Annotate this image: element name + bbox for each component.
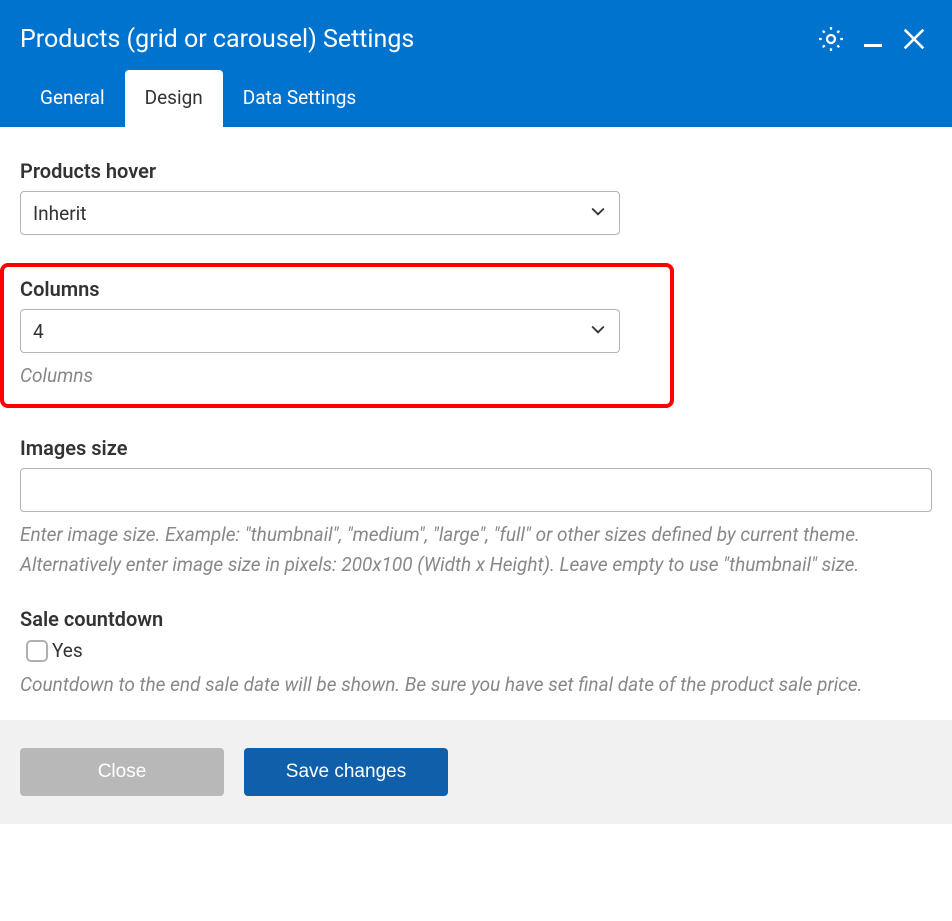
input-images-size[interactable] — [20, 468, 932, 512]
select-products-hover[interactable]: Inherit — [20, 191, 620, 235]
tab-design[interactable]: Design — [125, 70, 223, 127]
helper-columns: Columns — [20, 361, 654, 390]
helper-sale-countdown: Countdown to the end sale date will be s… — [20, 670, 932, 699]
checkbox-label-sale-countdown: Yes — [52, 639, 83, 662]
dialog-content: Products hover Inherit Columns 4 Columns… — [0, 127, 952, 720]
minimize-icon[interactable] — [864, 25, 882, 53]
field-sale-countdown: Sale countdown Yes Countdown to the end … — [20, 607, 932, 699]
label-images-size: Images size — [20, 436, 932, 460]
checkbox-sale-countdown[interactable] — [26, 640, 48, 662]
helper-images-size: Enter image size. Example: "thumbnail", … — [20, 520, 932, 579]
field-images-size: Images size Enter image size. Example: "… — [20, 436, 932, 579]
close-icon[interactable] — [900, 25, 928, 53]
select-columns[interactable]: 4 — [20, 309, 620, 353]
dialog-footer: Close Save changes — [0, 720, 952, 824]
close-button[interactable]: Close — [20, 748, 224, 796]
label-columns: Columns — [20, 277, 654, 301]
tab-data-settings[interactable]: Data Settings — [223, 70, 376, 127]
field-columns: Columns 4 Columns — [20, 277, 654, 390]
dialog-title: Products (grid or carousel) Settings — [20, 25, 816, 54]
dialog-header: Products (grid or carousel) Settings Gen… — [0, 0, 952, 127]
gear-icon[interactable] — [816, 24, 846, 54]
label-products-hover: Products hover — [20, 159, 932, 183]
tab-bar: General Design Data Settings — [0, 70, 952, 127]
save-button[interactable]: Save changes — [244, 748, 448, 796]
select-products-hover-value: Inherit — [20, 191, 620, 235]
select-columns-value: 4 — [20, 309, 620, 353]
highlight-columns: Columns 4 Columns — [0, 263, 674, 408]
field-products-hover: Products hover Inherit — [20, 159, 932, 235]
tab-general[interactable]: General — [20, 70, 125, 127]
label-sale-countdown: Sale countdown — [20, 607, 932, 631]
